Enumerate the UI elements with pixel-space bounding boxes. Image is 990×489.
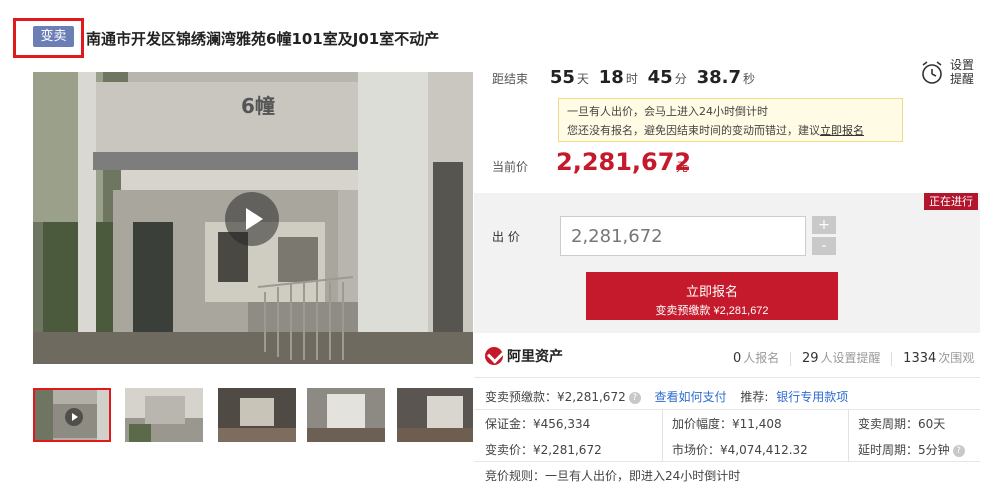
notice-line2: 您还没有报名，避免因结束时间的变动而错过，建议立即报名: [567, 121, 894, 140]
countdown-minutes: 45: [647, 67, 673, 88]
stats-divider: [790, 351, 792, 366]
countdown-minutes-unit: 分: [674, 72, 687, 86]
notice-line2-text: 您还没有报名，避免因结束时间的变动而错过，建议: [567, 124, 820, 137]
bid-increment: 加价幅度：¥11,408: [672, 417, 782, 431]
view-count-label: 次围观: [938, 351, 975, 365]
countdown-hours-unit: 时: [625, 72, 638, 86]
notice-line1: 一旦有人出价，会马上进入24小时倒计时: [567, 105, 768, 118]
column-divider: [662, 409, 663, 461]
stats-divider: [891, 351, 893, 366]
sale-period: 变卖周期：60天: [858, 417, 946, 431]
set-reminder-button[interactable]: 设置 提醒: [920, 58, 980, 88]
divider: [474, 409, 980, 410]
how-to-pay-link[interactable]: 查看如何支付: [655, 390, 727, 404]
decrease-bid-button[interactable]: -: [812, 237, 836, 255]
countdown-seconds: 38.7: [696, 67, 741, 88]
status-badge: 正在进行: [924, 193, 978, 210]
countdown-label: 距结束: [492, 72, 529, 86]
reminder-label: 设置 提醒: [950, 58, 976, 86]
bid-label: 出 价: [492, 230, 520, 244]
register-button[interactable]: 立即报名 变卖预缴款 ¥2,281,672: [586, 272, 838, 320]
auction-stats: 0 人报名 29 人设置提醒 1334 次围观: [733, 349, 974, 366]
thumbnail-image: [125, 388, 203, 442]
help-icon[interactable]: ?: [628, 391, 641, 404]
reminder-count: 29: [801, 351, 819, 366]
increase-bid-button[interactable]: +: [812, 216, 836, 234]
register-button-label: 立即报名: [685, 284, 738, 299]
thumbnail-image: [307, 388, 385, 442]
column-divider: [848, 409, 849, 461]
thumbnail-3[interactable]: [218, 388, 296, 442]
ali-assets-logo-icon: [485, 347, 503, 365]
divider: [474, 461, 980, 462]
deposit-payment: 变卖预缴款：¥2,281,672: [485, 390, 626, 404]
thumbnail-4[interactable]: [307, 388, 385, 442]
notice-box: 一旦有人出价，会马上进入24小时倒计时 您还没有报名，避免因结束时间的变动而错过…: [558, 98, 903, 142]
page-title: 南通市开发区锦绣澜湾雅苑6幢101室及J01室不动产: [86, 30, 440, 48]
current-price-label: 当前价: [492, 160, 529, 174]
current-price-unit: 元: [676, 160, 689, 174]
market-price: 市场价：¥4,074,412.32: [672, 443, 808, 457]
register-deposit-label: 变卖预缴款 ¥2,281,672: [655, 305, 769, 317]
countdown: 距结束 55 天 18 时 45 分 38.7 秒: [492, 67, 761, 88]
registered-count: 0: [733, 351, 742, 366]
help-icon[interactable]: ?: [952, 444, 965, 457]
notice-register-link[interactable]: 立即报名: [820, 124, 864, 137]
sale-price: 变卖价：¥2,281,672: [485, 443, 602, 457]
main-photo[interactable]: 6幢: [33, 72, 473, 364]
bank-loan-link[interactable]: 银行专用款项: [776, 390, 848, 404]
view-count: 1334: [903, 351, 937, 366]
registered-label: 人报名: [743, 351, 780, 365]
deposit-payment-row: 变卖预缴款：¥2,281,672? 查看如何支付 推荐: 银行专用款项: [485, 388, 848, 405]
thumbnail-5[interactable]: [397, 388, 473, 442]
thumbnail-image: [218, 388, 296, 442]
alarm-clock-icon: [922, 61, 942, 84]
reminder-line2: 提醒: [950, 72, 975, 86]
current-price: 2,281,672: [556, 148, 692, 176]
play-video-button[interactable]: [225, 192, 279, 246]
thumbnail-video[interactable]: [33, 388, 111, 442]
bidding-rule: 竞价规则：一旦有人出价，即进入24小时倒计时: [485, 469, 741, 483]
title-row: 变卖 南通市开发区锦绣澜湾雅苑6幢101室及J01室不动产: [0, 0, 990, 62]
extension-row: 延时周期：5分钟?: [858, 441, 965, 458]
sale-type-tag: 变卖: [33, 26, 74, 47]
brand: 阿里资产: [485, 346, 563, 366]
video-icon: [65, 408, 83, 426]
divider: [474, 377, 980, 378]
countdown-hours: 18: [598, 67, 624, 88]
countdown-days: 55: [549, 67, 575, 88]
brand-name: 阿里资产: [507, 349, 563, 365]
thumbnail-2[interactable]: [125, 388, 203, 442]
reminder-line1: 设置: [950, 58, 975, 72]
recommend-label: 推荐:: [740, 390, 769, 404]
thumbnail-image: [397, 388, 473, 442]
extension-period: 延时周期：5分钟: [858, 443, 950, 457]
margin-deposit: 保证金：¥456,334: [485, 417, 591, 431]
bid-amount-input[interactable]: [560, 216, 806, 256]
reminder-count-label: 人设置提醒: [820, 351, 881, 365]
countdown-days-unit: 天: [576, 72, 589, 86]
building-sign: 6幢: [241, 94, 275, 118]
countdown-seconds-unit: 秒: [742, 72, 755, 86]
bid-panel: 正在进行 出 价 + - 立即报名 变卖预缴款 ¥2,281,672: [474, 193, 980, 333]
